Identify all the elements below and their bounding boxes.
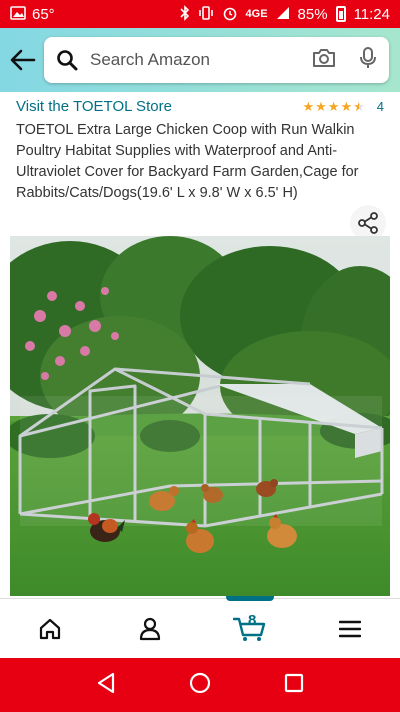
search-box[interactable] xyxy=(44,37,389,83)
star-half-icon: ★ xyxy=(353,99,365,114)
home-icon xyxy=(39,618,61,639)
rating-count[interactable]: 4 xyxy=(377,99,384,114)
circle-home-icon xyxy=(189,672,211,693)
active-tab-indicator xyxy=(226,596,274,601)
home-nav-button[interactable] xyxy=(189,672,211,699)
star-full-icon: ★ xyxy=(327,99,340,114)
nav-home[interactable] xyxy=(0,599,100,658)
visit-store-link[interactable]: Visit the TOETOL Store xyxy=(16,98,172,115)
android-nav-bar xyxy=(0,658,400,712)
camera-icon[interactable] xyxy=(311,47,337,74)
menu-icon xyxy=(339,620,361,637)
square-recents-icon xyxy=(284,673,303,692)
nav-account[interactable] xyxy=(100,599,200,658)
signal-icon xyxy=(276,6,290,22)
search-icon xyxy=(57,50,78,71)
star-full-icon: ★ xyxy=(315,99,327,114)
vibrate-icon xyxy=(198,5,214,23)
search-input[interactable] xyxy=(90,50,311,70)
microphone-icon[interactable] xyxy=(359,46,377,75)
nav-cart[interactable]: 8 xyxy=(200,596,300,658)
back-arrow-icon xyxy=(10,49,36,71)
star-full-icon: ★ xyxy=(340,99,353,114)
cart-count: 8 xyxy=(248,612,257,629)
photo-notification-icon xyxy=(10,6,26,22)
store-rating-row: Visit the TOETOL Store ★ ★ ★ ★ ★ 4 xyxy=(16,98,384,115)
triangle-back-icon xyxy=(98,672,115,693)
product-title: TOETOL Extra Large Chicken Coop with Run… xyxy=(16,122,359,201)
recents-nav-button[interactable] xyxy=(284,673,304,698)
alarm-icon xyxy=(222,5,238,23)
star-rating: ★ ★ ★ ★ ★ xyxy=(302,100,364,113)
app-header xyxy=(0,28,400,92)
rating-summary[interactable]: ★ ★ ★ ★ ★ 4 xyxy=(302,99,384,114)
back-nav-button[interactable] xyxy=(96,672,116,699)
product-image[interactable] xyxy=(10,236,390,596)
nav-menu[interactable] xyxy=(300,599,400,658)
back-button[interactable] xyxy=(10,43,36,77)
star-full-icon: ★ xyxy=(302,99,315,114)
network-type-text: 4GE xyxy=(245,8,268,20)
time-text: 11:24 xyxy=(353,5,390,23)
bluetooth-icon xyxy=(179,5,190,23)
temperature-text: 65° xyxy=(32,5,55,23)
battery-icon xyxy=(335,6,346,22)
account-icon xyxy=(139,617,161,640)
battery-percent-text: 85% xyxy=(297,5,328,23)
status-bar: 65° 4GE 85% 11:24 xyxy=(0,0,400,28)
share-icon xyxy=(358,212,378,234)
bottom-nav: 8 xyxy=(0,596,400,658)
